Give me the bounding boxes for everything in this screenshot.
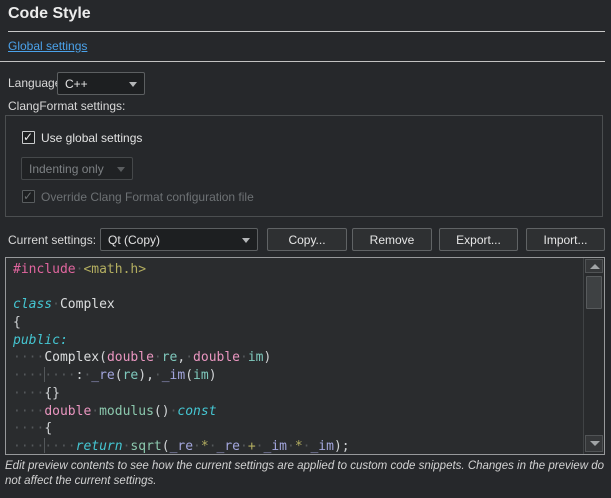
code-line: public:: [13, 332, 583, 350]
footer-note: Edit preview contents to see how the cur…: [5, 459, 606, 489]
override-clangformat-checkbox: [22, 190, 35, 203]
language-dropdown[interactable]: C++: [57, 72, 145, 95]
override-clangformat-label: Override Clang Format configuration file: [41, 190, 254, 204]
clangformat-section-label: ClangFormat settings:: [8, 99, 125, 113]
code-line: ····{: [13, 420, 583, 438]
chevron-down-icon: [242, 238, 250, 243]
global-settings-link[interactable]: Global settings: [8, 39, 87, 53]
code-preview-editor[interactable]: #include·<math.h> class·Complex{public:·…: [5, 257, 605, 455]
copy-button[interactable]: Copy...: [267, 228, 347, 251]
scrollbar-down-button[interactable]: [585, 435, 603, 452]
clangformat-mode-value: Indenting only: [29, 162, 104, 176]
code-line: ····Complex(double·re,·double·im): [13, 349, 583, 367]
title-divider: [8, 31, 605, 32]
current-settings-dropdown-value: Qt (Copy): [108, 233, 160, 247]
current-settings-label: Current settings:: [8, 233, 96, 247]
use-global-settings-label[interactable]: Use global settings: [41, 131, 142, 145]
language-dropdown-value: C++: [65, 77, 88, 91]
code-line: ········return·sqrt(_re·*·_re·+·_im·*·_i…: [13, 438, 583, 454]
code-line: [13, 279, 583, 297]
arrow-up-icon: [590, 264, 600, 269]
code-editor-content[interactable]: #include·<math.h> class·Complex{public:·…: [13, 261, 583, 454]
code-style-settings-page: { "page": { "title": "Code Style" }, "he…: [0, 0, 611, 498]
code-line: {: [13, 314, 583, 332]
code-line: class·Complex: [13, 296, 583, 314]
current-settings-dropdown[interactable]: Qt (Copy): [100, 228, 258, 251]
chevron-down-icon: [129, 82, 137, 87]
scrollbar-thumb[interactable]: [586, 276, 602, 309]
use-global-settings-checkbox[interactable]: [22, 131, 35, 144]
chevron-down-icon: [117, 167, 125, 172]
code-line: ········:·_re(re),·_im(im): [13, 367, 583, 385]
header-divider: [0, 61, 605, 62]
clangformat-mode-dropdown: Indenting only: [21, 157, 133, 180]
arrow-down-icon: [590, 441, 600, 446]
remove-button[interactable]: Remove: [352, 228, 432, 251]
import-button[interactable]: Import...: [526, 228, 605, 251]
export-button[interactable]: Export...: [439, 228, 518, 251]
code-line: ····double·modulus()·const: [13, 403, 583, 421]
page-title: Code Style: [8, 5, 91, 23]
code-line: ····{}: [13, 385, 583, 403]
vertical-scrollbar[interactable]: [583, 258, 604, 454]
scrollbar-up-button[interactable]: [585, 259, 603, 273]
code-line: #include·<math.h>: [13, 261, 583, 279]
